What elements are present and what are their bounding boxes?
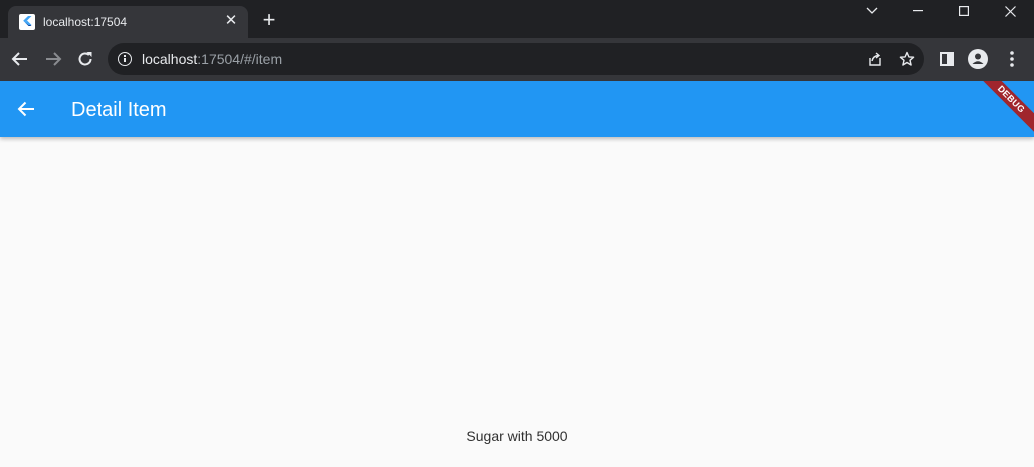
forward-arrow-icon[interactable] <box>41 47 65 71</box>
item-detail-text: Sugar with 5000 <box>466 428 568 444</box>
profile-icon[interactable] <box>968 49 988 69</box>
tab-search-chevron-icon[interactable] <box>849 0 895 22</box>
url-host: localhost <box>142 51 198 67</box>
page-title: Detail Item <box>71 99 167 121</box>
share-icon[interactable] <box>866 50 884 68</box>
browser-titlebar: localhost:17504 ✕ + <box>0 0 1034 38</box>
url-path: :17504/#/item <box>197 51 283 67</box>
menu-kebab-icon[interactable] <box>1002 49 1022 69</box>
close-window-icon[interactable] <box>987 0 1033 22</box>
browser-tab[interactable]: localhost:17504 ✕ <box>8 6 248 38</box>
star-icon[interactable] <box>898 50 916 68</box>
back-arrow-icon[interactable] <box>14 97 38 121</box>
tab-title: localhost:17504 <box>43 15 128 29</box>
flutter-favicon-icon <box>19 14 35 30</box>
url-text[interactable]: localhost:17504/#/item <box>142 51 282 67</box>
info-icon[interactable] <box>118 52 132 66</box>
app-viewport: Detail Item DEBUG Sugar with 5000 <box>0 81 1034 467</box>
reload-icon[interactable] <box>73 47 97 71</box>
tab-close-icon[interactable]: ✕ <box>222 12 240 30</box>
new-tab-button[interactable]: + <box>258 9 280 31</box>
maximize-window-icon[interactable] <box>941 0 987 22</box>
app-bar: Detail Item <box>0 81 1034 137</box>
side-panel-icon[interactable] <box>937 49 957 69</box>
minimize-window-icon[interactable] <box>895 0 941 22</box>
browser-toolbar: localhost:17504/#/item <box>0 38 1034 81</box>
address-bar[interactable]: localhost:17504/#/item <box>108 43 924 75</box>
back-arrow-icon[interactable] <box>8 47 32 71</box>
